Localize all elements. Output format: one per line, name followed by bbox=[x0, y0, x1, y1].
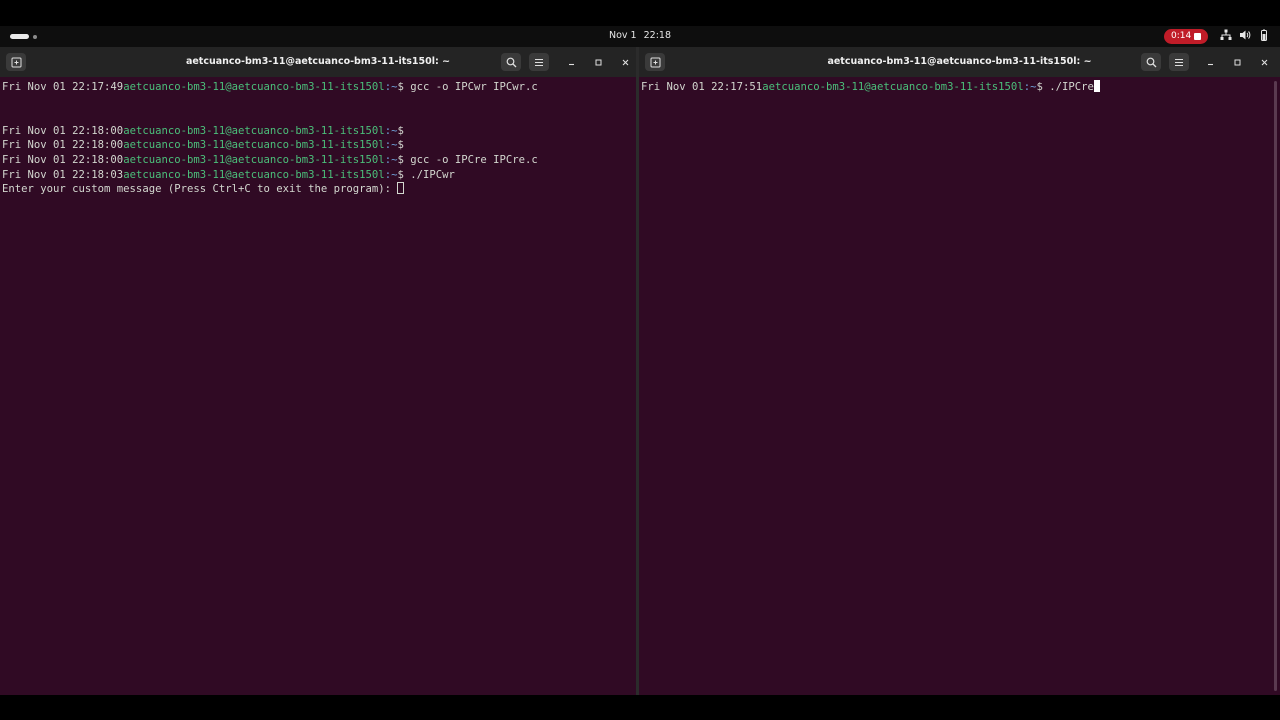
command-text: gcc -o IPCwr IPCwr.c bbox=[410, 81, 538, 93]
prompt-symbol: $ bbox=[397, 124, 411, 137]
prompt-timestamp: Fri Nov 01 22:18:00 bbox=[2, 139, 124, 152]
recording-time: 0:14 bbox=[1171, 31, 1192, 41]
search-icon[interactable] bbox=[1141, 53, 1161, 71]
prompt-user-host: aetcuanco-bm3-11@aetcuanco-bm3-11-its150… bbox=[123, 81, 385, 93]
text-cursor bbox=[1093, 80, 1100, 92]
prompt-timestamp: Fri Nov 01 22:18:00 bbox=[2, 124, 124, 137]
terminal-output[interactable]: Fri Nov 01 22:17:51aetcuanco-bm3-11@aetc… bbox=[641, 80, 1276, 695]
prompt-timestamp: Fri Nov 01 22:17:51 bbox=[641, 81, 763, 93]
network-icon[interactable] bbox=[1220, 29, 1234, 43]
terminal-line: Fri Nov 01 22:18:00aetcuanco-bm3-11@aetc… bbox=[2, 153, 632, 168]
hamburger-menu-icon[interactable] bbox=[1169, 53, 1189, 71]
hamburger-menu-icon[interactable] bbox=[529, 53, 549, 71]
text-cursor bbox=[397, 182, 405, 195]
terminal-line: Fri Nov 01 22:17:51aetcuanco-bm3-11@aetc… bbox=[641, 80, 1276, 95]
terminal-window-right[interactable]: aetcuanco-bm3-11@aetcuanco-bm3-11-its150… bbox=[639, 47, 1280, 695]
prompt-symbol: $ bbox=[397, 81, 411, 93]
prompt-symbol: $ bbox=[1036, 81, 1050, 93]
prompt-path: :~ bbox=[384, 153, 398, 166]
maximize-icon[interactable] bbox=[588, 53, 608, 71]
record-stop-icon bbox=[1194, 33, 1201, 40]
titlebar-right[interactable]: aetcuanco-bm3-11@aetcuanco-bm3-11-its150… bbox=[639, 47, 1280, 77]
terminal-window-left[interactable]: aetcuanco-bm3-11@aetcuanco-bm3-11-its150… bbox=[0, 47, 636, 695]
close-icon[interactable] bbox=[615, 53, 635, 71]
letterbox-top bbox=[0, 0, 1280, 26]
scrollbar[interactable] bbox=[1274, 81, 1277, 691]
terminal-line: Fri Nov 01 22:17:49aetcuanco-bm3-11@aetc… bbox=[2, 80, 632, 95]
terminal-line: Fri Nov 01 22:18:03aetcuanco-bm3-11@aetc… bbox=[2, 168, 632, 183]
prompt-path: :~ bbox=[384, 168, 398, 181]
clock-time: 22:18 bbox=[643, 30, 672, 41]
letterbox-bottom bbox=[0, 695, 1280, 720]
prompt-path: :~ bbox=[1023, 81, 1037, 93]
terminal-line: Fri Nov 01 22:18:00aetcuanco-bm3-11@aetc… bbox=[2, 124, 632, 139]
close-icon[interactable] bbox=[1254, 53, 1274, 71]
volume-icon[interactable] bbox=[1239, 29, 1253, 43]
terminal-output[interactable]: Fri Nov 01 22:17:49aetcuanco-bm3-11@aetc… bbox=[2, 80, 632, 695]
prompt-symbol: $ bbox=[397, 139, 411, 152]
command-text: ./IPCre bbox=[1049, 81, 1094, 93]
terminal-text: Enter your custom message (Press Ctrl+C … bbox=[2, 183, 398, 196]
clock[interactable]: Nov 1 22:18 bbox=[0, 30, 1280, 41]
prompt-path: :~ bbox=[384, 139, 398, 152]
battery-icon[interactable] bbox=[1258, 29, 1272, 43]
prompt-timestamp: Fri Nov 01 22:18:00 bbox=[2, 153, 124, 166]
prompt-user-host: aetcuanco-bm3-11@aetcuanco-bm3-11-its150… bbox=[123, 139, 385, 152]
prompt-path: :~ bbox=[384, 124, 398, 137]
command-text: ./IPCwr bbox=[410, 168, 455, 181]
maximize-icon[interactable] bbox=[1227, 53, 1247, 71]
prompt-symbol: $ bbox=[397, 153, 411, 166]
clock-date: Nov 1 bbox=[608, 30, 637, 41]
prompt-path: :~ bbox=[384, 81, 398, 93]
minimize-icon[interactable] bbox=[1200, 53, 1220, 71]
terminal-line: Fri Nov 01 22:18:00aetcuanco-bm3-11@aetc… bbox=[2, 138, 632, 153]
prompt-user-host: aetcuanco-bm3-11@aetcuanco-bm3-11-its150… bbox=[123, 153, 385, 166]
prompt-timestamp: Fri Nov 01 22:17:49 bbox=[2, 81, 124, 93]
search-icon[interactable] bbox=[501, 53, 521, 71]
top-panel: Nov 1 22:18 0:14 bbox=[0, 26, 1280, 47]
screen-recording-indicator[interactable]: 0:14 bbox=[1164, 29, 1208, 44]
prompt-user-host: aetcuanco-bm3-11@aetcuanco-bm3-11-its150… bbox=[123, 168, 385, 181]
terminal-line: Enter your custom message (Press Ctrl+C … bbox=[2, 182, 632, 197]
prompt-user-host: aetcuanco-bm3-11@aetcuanco-bm3-11-its150… bbox=[123, 124, 385, 137]
prompt-symbol: $ bbox=[397, 168, 411, 181]
minimize-icon[interactable] bbox=[561, 53, 581, 71]
prompt-timestamp: Fri Nov 01 22:18:03 bbox=[2, 168, 124, 181]
prompt-user-host: aetcuanco-bm3-11@aetcuanco-bm3-11-its150… bbox=[762, 81, 1024, 93]
titlebar-left[interactable]: aetcuanco-bm3-11@aetcuanco-bm3-11-its150… bbox=[0, 47, 636, 77]
command-text: gcc -o IPCre IPCre.c bbox=[410, 153, 538, 166]
